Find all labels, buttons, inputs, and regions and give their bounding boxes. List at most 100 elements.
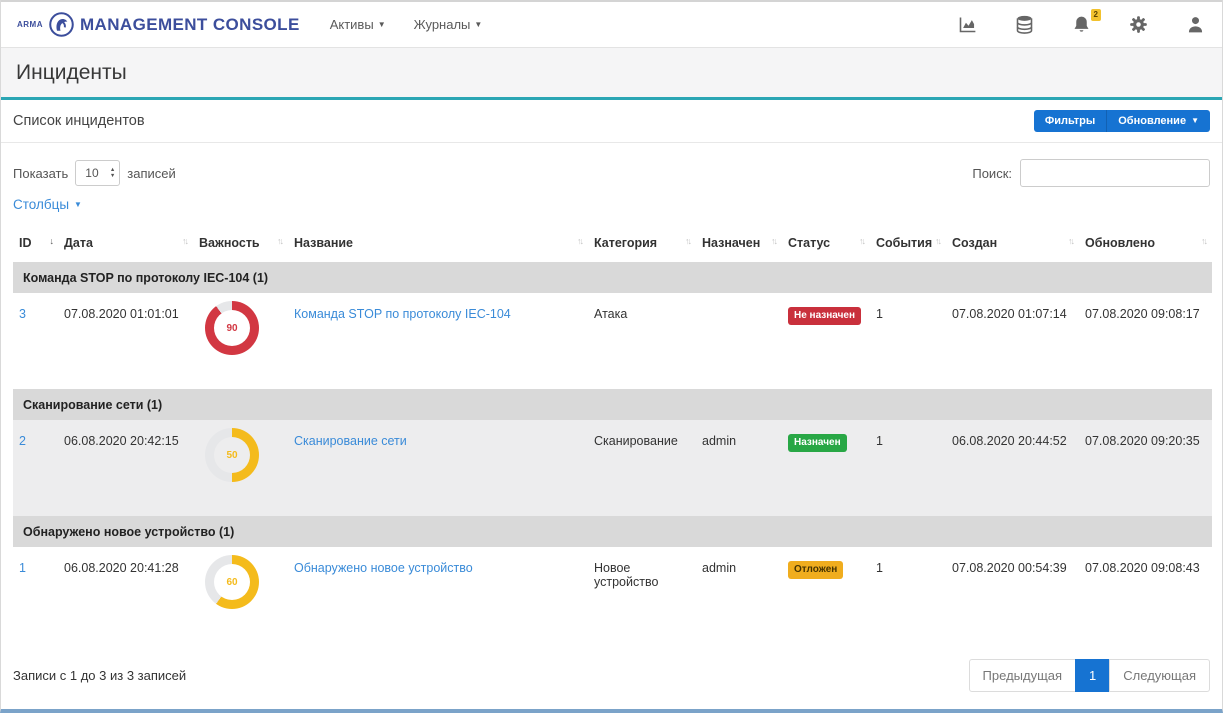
incidents-table: ↑↓ID↑↓Дата↑↓Важность↑↓Название↑↓Категори… [13,224,1212,643]
nav-menu-journals[interactable]: Журналы ▼ [414,17,483,32]
pagination-previous-button[interactable]: Предыдущая [969,659,1077,692]
sort-icon: ↑↓ [182,236,187,246]
importance-donut: 60 [205,555,259,609]
group-header-title: Команда STOP по протоколу IEC-104 (1) [13,262,1212,293]
incident-name-link[interactable]: Команда STOP по протоколу IEC-104 [294,307,511,321]
incident-updated-cell: 07.08.2020 09:20:35 [1079,420,1212,516]
column-header-2[interactable]: ↑↓ Дата [58,224,193,262]
filters-button[interactable]: Фильтры [1034,110,1106,132]
page-title: Инциденты [1,48,1222,100]
column-header-7[interactable]: ↑↓Статус [782,224,870,262]
group-header-title: Обнаружено новое устройство (1) [13,516,1212,547]
search-label: Поиск: [972,166,1012,181]
incident-name-link[interactable]: Сканирование сети [294,434,407,448]
importance-value: 60 [214,564,250,600]
settings-nav-button[interactable] [1128,14,1149,35]
incident-name-cell: Обнаружено новое устройство [288,547,588,643]
nav-icon-bar: 2 [957,14,1206,35]
sort-icon: ↑↓ [1201,236,1206,246]
chevron-down-icon: ▼ [474,21,482,29]
table-header-row: ↑↓ID↑↓Дата↑↓Важность↑↓Название↑↓Категори… [13,224,1212,262]
column-header-1[interactable]: ↑↓ID [13,224,58,262]
column-header-label: Обновлено [1085,236,1155,250]
incident-id-link[interactable]: 2 [19,434,26,448]
bell-icon [1071,14,1092,35]
columns-dropdown-button[interactable]: Столбцы ▼ [13,197,82,212]
column-header-3[interactable]: ↑↓Важность [193,224,288,262]
nav-menu-assets[interactable]: Активы ▼ [330,17,386,32]
column-header-label: Статус [788,236,830,250]
incident-importance-cell: 50 [193,420,288,516]
incidents-card: Список инцидентов Фильтры Обновление ▼ П… [1,100,1222,706]
database-nav-button[interactable] [1014,14,1035,35]
importance-donut: 90 [205,301,259,355]
incident-id-cell: 2 [13,420,58,516]
group-header-title: Сканирование сети (1) [13,389,1212,420]
column-header-10[interactable]: ↑↓ Обновлено [1079,224,1212,262]
incident-row: 1 06.08.2020 20:41:28 60 Обнаружено новое у… [13,547,1212,643]
column-header-6[interactable]: ↑↓ Назначен [696,224,782,262]
sort-icon: ↑↓ [771,236,776,246]
incident-category-cell: Новое устройство [588,547,696,643]
incident-events-cell: 1 [870,420,946,516]
sort-icon: ↑↓ [577,236,582,246]
column-header-8[interactable]: ↑↓События [870,224,946,262]
sort-icon: ↑↓ [685,236,690,246]
nav-menu: Активы ▼ Журналы ▼ [330,17,483,32]
incident-category-cell: Сканирование [588,420,696,516]
incident-id-cell: 1 [13,547,58,643]
incident-date-cell: 06.08.2020 20:41:28 [58,547,193,643]
chevron-down-icon: ▼ [378,21,386,29]
incident-assignee-cell: admin [696,420,782,516]
user-nav-button[interactable] [1185,14,1206,35]
column-header-label: Создан [952,236,997,250]
brand-arma-label: ARMA [17,20,43,29]
refresh-dropdown-button[interactable]: Обновление ▼ [1106,110,1210,132]
notification-badge: 2 [1091,9,1101,21]
pagination-next-button[interactable]: Следующая [1109,659,1210,692]
group-header-row: Сканирование сети (1) [13,389,1212,420]
column-header-label: Назначен [702,236,760,250]
pagination-page-1-button[interactable]: 1 [1075,659,1110,692]
incident-updated-cell: 07.08.2020 09:08:43 [1079,547,1212,643]
column-header-label: Дата [64,236,93,250]
table-controls: Показать 10 ▲▼ записей Поиск: [1,143,1222,195]
incident-date-cell: 07.08.2020 01:01:01 [58,293,193,389]
search-control: Поиск: [972,159,1210,187]
column-header-label: ID [19,236,32,250]
incident-importance-cell: 60 [193,547,288,643]
column-header-5[interactable]: ↑↓Категория [588,224,696,262]
column-header-label: Название [294,236,353,250]
importance-value: 90 [214,310,250,346]
filters-button-label: Фильтры [1045,115,1095,127]
column-header-label: Важность [199,236,260,250]
notifications-nav-button[interactable]: 2 [1071,14,1092,35]
incident-events-cell: 1 [870,547,946,643]
column-header-4[interactable]: ↑↓ Название [288,224,588,262]
card-header-buttons: Фильтры Обновление ▼ [1034,110,1210,132]
page-size-select[interactable]: 10 [75,160,120,186]
group-header-row: Обнаружено новое устройство (1) [13,516,1212,547]
search-input[interactable] [1020,159,1210,187]
incident-id-link[interactable]: 3 [19,307,26,321]
importance-value: 50 [214,437,250,473]
table-footer: Записи с 1 до 3 из 3 записей Предыдущая … [1,643,1222,706]
brand-logo[interactable]: ARMA MANAGEMENT CONSOLE [17,11,300,38]
column-header-label: События [876,236,932,250]
analytics-nav-button[interactable] [957,14,978,35]
columns-button-label: Столбцы [13,197,69,212]
column-header-9[interactable]: ↑↓Создан [946,224,1079,262]
gear-icon [1128,14,1149,35]
incident-name-link[interactable]: Обнаружено новое устройство [294,561,473,575]
incident-created-cell: 07.08.2020 01:07:14 [946,293,1079,389]
incident-id-link[interactable]: 1 [19,561,26,575]
helmet-logo-icon [48,11,75,38]
chevron-down-icon: ▼ [74,201,82,209]
records-suffix-label: записей [127,166,175,181]
analytics-icon [957,14,978,35]
status-badge: Назначен [788,434,847,452]
incident-assignee-cell: admin [696,547,782,643]
incident-id-cell: 3 [13,293,58,389]
brand-title: MANAGEMENT CONSOLE [80,15,300,35]
incident-created-cell: 06.08.2020 20:44:52 [946,420,1079,516]
